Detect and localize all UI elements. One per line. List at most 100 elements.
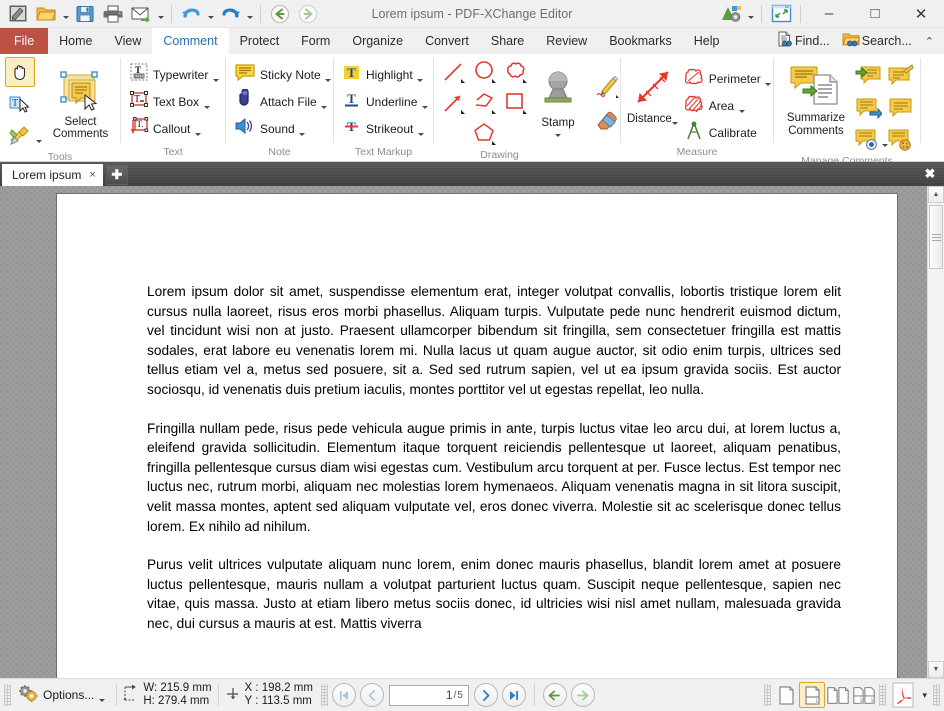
arrow-icon[interactable] [439, 88, 469, 118]
perimeter-dropdown-arrow[interactable] [765, 70, 772, 88]
highlight-button[interactable]: T Highlight [339, 62, 432, 88]
next-page-button[interactable] [473, 683, 498, 707]
last-page-button[interactable] [501, 683, 526, 707]
vertical-scrollbar[interactable]: ▲ ▼ [927, 186, 944, 678]
typewriter-button[interactable]: T Typewriter [126, 62, 223, 88]
stamp-dropdown-arrow[interactable] [555, 130, 562, 139]
customize-quick-access-icon[interactable] [717, 2, 745, 26]
tab-organize[interactable]: Organize [341, 28, 414, 54]
select-text-icon[interactable]: T [5, 89, 35, 119]
callout-button[interactable]: T. Callout [126, 116, 223, 142]
document-viewport[interactable]: Lorem ipsum dolor sit amet, suspendisse … [0, 186, 944, 678]
two-page-view[interactable] [825, 682, 851, 708]
customize-dropdown-arrow[interactable] [745, 2, 756, 26]
sticky-note-dropdown-arrow[interactable] [325, 66, 332, 84]
view-options-dropdown-arrow[interactable]: ▾ [918, 690, 931, 701]
pencil-icon[interactable] [592, 71, 622, 101]
area-dropdown-arrow[interactable] [738, 97, 745, 115]
find-button[interactable]: Find... [771, 29, 835, 53]
rectangle-icon[interactable] [501, 88, 531, 118]
tab-bookmarks[interactable]: Bookmarks [598, 28, 683, 54]
full-screen-icon[interactable] [767, 2, 795, 26]
attach-file-dropdown-arrow[interactable] [321, 93, 328, 111]
underline-dropdown-arrow[interactable] [421, 93, 428, 111]
new-tab-button[interactable]: ✚ [105, 165, 128, 185]
eraser-icon[interactable] [592, 105, 622, 135]
scroll-down-button[interactable]: ▼ [928, 661, 944, 678]
callout-dropdown-arrow[interactable] [194, 120, 201, 138]
collapse-ribbon-button[interactable]: ⌃ [919, 35, 940, 48]
undo-icon[interactable] [177, 2, 205, 26]
stamp-button[interactable]: Stamp [534, 66, 582, 140]
tab-comment[interactable]: Comment [152, 28, 229, 54]
tab-help[interactable]: Help [683, 28, 731, 54]
tab-convert[interactable]: Convert [414, 28, 480, 54]
continuous-view[interactable] [799, 682, 826, 708]
search-button[interactable]: Search... [837, 29, 917, 53]
previous-page-button[interactable] [359, 683, 384, 707]
distance-button[interactable]: Distance [626, 61, 680, 128]
undo-dropdown-arrow[interactable] [205, 2, 216, 26]
close-document-button[interactable]: ✖ [916, 162, 944, 186]
sticky-note-button[interactable]: Sticky Note [231, 62, 336, 88]
commenting-tools-dropdown-arrow[interactable] [35, 127, 42, 145]
area-button[interactable]: Area [680, 93, 776, 119]
open-icon[interactable] [32, 2, 60, 26]
commenting-tools-icon[interactable] [5, 121, 35, 151]
polygon-icon[interactable] [470, 119, 500, 149]
forward-icon[interactable] [294, 2, 322, 26]
first-page-button[interactable] [331, 683, 356, 707]
typewriter-dropdown-arrow[interactable] [212, 66, 219, 84]
hand-tool-icon[interactable] [5, 57, 35, 87]
select-comments-button[interactable]: Select Comments [46, 67, 115, 142]
tab-share[interactable]: Share [480, 28, 535, 54]
perimeter-button[interactable]: Perimeter [680, 66, 776, 92]
comment-styles-icon[interactable] [885, 125, 915, 155]
close-button[interactable]: ✕ [898, 0, 944, 28]
doc-tab-close-icon[interactable]: × [87, 169, 97, 181]
pdf-page[interactable]: Lorem ipsum dolor sit amet, suspendisse … [57, 194, 897, 678]
maximize-button[interactable]: □ [852, 0, 898, 28]
scrollbar-track[interactable] [928, 203, 944, 661]
comments-list-icon[interactable] [885, 93, 915, 123]
tab-home[interactable]: Home [48, 28, 103, 54]
cloud-icon[interactable] [501, 57, 531, 87]
single-page-view[interactable] [773, 682, 799, 708]
scroll-up-button[interactable]: ▲ [928, 186, 944, 203]
sound-dropdown-arrow[interactable] [299, 120, 306, 138]
open-in-adobe-button[interactable] [888, 681, 918, 709]
doc-tab-lorem-ipsum[interactable]: Lorem ipsum × [2, 164, 103, 186]
underline-button[interactable]: T Underline [339, 89, 432, 115]
two-page-continuous-view[interactable] [851, 682, 877, 708]
tab-form[interactable]: Form [290, 28, 341, 54]
flatten-comments-icon[interactable] [853, 93, 883, 123]
back-icon[interactable] [266, 2, 294, 26]
distance-dropdown-arrow[interactable] [672, 109, 679, 127]
next-view-button[interactable] [570, 683, 595, 707]
show-comments-icon[interactable] [853, 125, 882, 155]
tab-view[interactable]: View [104, 28, 153, 54]
tab-file[interactable]: File [0, 28, 49, 54]
print-icon[interactable] [99, 2, 127, 26]
text-box-button[interactable]: T Text Box [126, 89, 223, 115]
summarize-comments-button[interactable]: Summarize Comments [779, 59, 853, 138]
polyline-icon[interactable] [470, 88, 500, 118]
import-comments-icon[interactable] [853, 61, 883, 91]
open-dropdown-arrow[interactable] [60, 2, 71, 26]
email-icon[interactable] [127, 2, 155, 26]
strikeout-dropdown-arrow[interactable] [417, 120, 424, 138]
export-comments-icon[interactable] [885, 61, 915, 91]
tab-review[interactable]: Review [535, 28, 598, 54]
previous-view-button[interactable] [542, 683, 567, 707]
line-icon[interactable] [439, 57, 469, 87]
redo-icon[interactable] [216, 2, 244, 26]
scrollbar-thumb[interactable] [929, 205, 943, 269]
attach-file-button[interactable]: Attach File [231, 88, 336, 115]
tab-protect[interactable]: Protect [229, 28, 291, 54]
highlight-dropdown-arrow[interactable] [417, 66, 424, 84]
minimize-button[interactable]: – [806, 0, 852, 28]
options-dropdown-arrow[interactable] [98, 686, 105, 704]
sound-button[interactable]: Sound [231, 116, 336, 142]
strikeout-button[interactable]: T Strikeout [339, 116, 432, 142]
redo-dropdown-arrow[interactable] [244, 2, 255, 26]
